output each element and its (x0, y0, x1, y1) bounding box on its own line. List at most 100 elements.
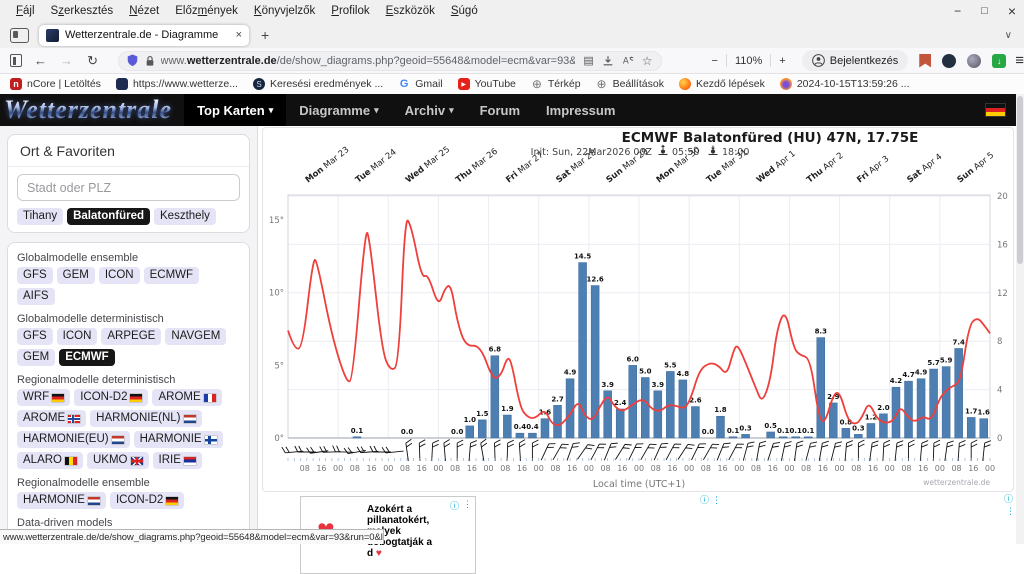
menu-eszk-z-k[interactable]: Eszközök (378, 5, 443, 17)
model-aifs[interactable]: AIFS (17, 288, 55, 305)
lock-icon[interactable] (145, 55, 155, 67)
model-gem[interactable]: GEM (57, 267, 95, 284)
favorite-balatonf-red[interactable]: Balatonfüred (67, 208, 150, 225)
nav-top-karten[interactable]: Top Karten▾ (184, 94, 286, 126)
firefox-view-icon[interactable] (10, 28, 29, 43)
reload-button[interactable]: ↻ (80, 53, 106, 69)
bookmark-keres-si-eredm-nyek[interactable]: SKeresési eredmények ... (253, 78, 383, 90)
model-arome[interactable]: AROME (17, 410, 86, 427)
sunrise-icon (659, 146, 668, 155)
wind-barb (405, 439, 414, 461)
zoom-level[interactable]: 110% (735, 55, 762, 67)
menu-szerkeszt-s[interactable]: Szerkesztés (43, 5, 122, 17)
zoom-out-button[interactable]: − (712, 55, 718, 67)
site-logo[interactable]: Wetterzentrale (0, 94, 184, 126)
menu-k-nyvjelz-k[interactable]: Könyvjelzők (246, 5, 323, 17)
precip-bar-label: 7.4 (952, 338, 965, 346)
ad-info-icon[interactable]: ⓘ (1004, 494, 1013, 505)
bookmark-t-rk-p[interactable]: ⊕Térkép (531, 78, 581, 90)
menu-el-zm-nyek[interactable]: Előzmények (167, 5, 246, 17)
extension-ribbon-icon[interactable] (919, 54, 931, 68)
wind-barb (432, 440, 439, 461)
bookmark-https-www-wetterze[interactable]: https://www.wetterze... (116, 78, 238, 90)
model-icon[interactable]: ICON (99, 267, 140, 284)
svg-text:10°: 10° (269, 289, 284, 299)
url-text: www.wetterzentrale.de/de/show_diagrams.p… (161, 55, 576, 67)
page-scrollbar[interactable] (1016, 94, 1024, 544)
model-ecmwf[interactable]: ECMWF (59, 349, 114, 366)
save-page-icon[interactable] (602, 55, 614, 67)
model-icon[interactable]: ICON (57, 328, 98, 345)
model-gfs[interactable]: GFS (17, 267, 53, 284)
extension-download-icon[interactable]: ↓ (992, 54, 1006, 68)
model-wrf[interactable]: WRF (17, 389, 70, 406)
nav-archiv[interactable]: Archiv▾ (392, 94, 467, 126)
bookmark-gmail[interactable]: GGmail (398, 78, 442, 90)
new-tab-button[interactable]: + (261, 27, 269, 43)
model-navgem[interactable]: NAVGEM (165, 328, 226, 345)
app-menu-icon[interactable]: ≡ (1015, 52, 1024, 69)
model-gem[interactable]: GEM (17, 349, 55, 366)
nav-impressum[interactable]: Impressum (533, 94, 628, 126)
signin-button[interactable]: Bejelentkezés (802, 50, 909, 71)
model-ukmo[interactable]: UKMO (87, 452, 149, 469)
list-tabs-chevron-icon[interactable]: ∨ (1005, 22, 1012, 48)
ad-info-icon[interactable]: ⓘ (700, 495, 709, 506)
bookmark-star-icon[interactable]: ☆ (642, 54, 653, 68)
model-icon-d2[interactable]: ICON-D2 (74, 389, 148, 406)
tab-close-icon[interactable]: × (236, 29, 242, 41)
forward-button[interactable]: → (54, 53, 80, 68)
scrollbar-thumb[interactable] (1017, 96, 1023, 264)
x-axis-label: Local time (UTC+1) (593, 479, 685, 490)
ad-kebab-icon[interactable]: ⋮ (712, 496, 721, 506)
menu-n-zet[interactable]: Nézet (121, 5, 167, 17)
ad-kebab-icon[interactable]: ⋮ (1006, 507, 1015, 517)
model-irie[interactable]: IRIE (153, 452, 202, 469)
precip-bar-label: 4.2 (890, 377, 903, 385)
model-alaro[interactable]: ALARO (17, 452, 83, 469)
tab-wetterzentrale[interactable]: Wetterzentrale.de - Diagramme × (39, 25, 249, 46)
nav-forum[interactable]: Forum (467, 94, 533, 126)
precip-bar-label: 0.1 (727, 427, 740, 435)
youtube-icon: ▶ (458, 78, 470, 90)
bookmark-ncore-let-lt-s[interactable]: nnCore | Letöltés (10, 78, 101, 90)
menu-s-g[interactable]: Súgó (443, 5, 486, 17)
url-bar[interactable]: www.wetterzentrale.de/de/show_diagrams.p… (118, 51, 662, 71)
menu-f-jl[interactable]: Fájl (8, 5, 43, 17)
nav-diagramme[interactable]: Diagramme▾ (286, 94, 391, 126)
location-search-input[interactable] (17, 174, 240, 201)
favorite-keszthely[interactable]: Keszthely (154, 208, 216, 225)
extension-dark-icon[interactable] (942, 54, 956, 68)
minimize-button[interactable]: − (954, 4, 961, 18)
precip-bar-label: 6.0 (627, 355, 640, 363)
model-ecmwf[interactable]: ECMWF (144, 267, 199, 284)
favorite-tihany[interactable]: Tihany (17, 208, 63, 225)
window-close-button[interactable]: × (1008, 3, 1016, 19)
german-flag-icon[interactable] (985, 103, 1006, 117)
menu-profilok[interactable]: Profilok (323, 5, 377, 17)
extension-sphere-icon[interactable] (967, 54, 981, 68)
bookmark-kezd-l-p-sek[interactable]: Kezdő lépések (679, 78, 765, 90)
bookmark-be-ll-t-sok[interactable]: ⊕Beállítások (596, 78, 664, 90)
model-harmonie[interactable]: HARMONIE (134, 431, 223, 448)
maximize-button[interactable]: □ (981, 5, 988, 17)
model-gfs[interactable]: GFS (17, 328, 53, 345)
model-harmonie[interactable]: HARMONIE (17, 492, 106, 509)
translate-icon[interactable]: A (622, 55, 634, 67)
model-harmonie-eu[interactable]: HARMONIE(EU) (17, 431, 130, 448)
model-arome[interactable]: AROME (152, 389, 221, 406)
model-icon-d2[interactable]: ICON-D2 (110, 492, 184, 509)
zoom-in-button[interactable]: + (779, 55, 785, 67)
sidebar-toggle-icon[interactable] (10, 54, 22, 67)
tracking-shield-icon[interactable] (127, 54, 138, 67)
bookmark-youtube[interactable]: ▶YouTube (458, 78, 516, 90)
precip-bar (541, 419, 549, 438)
bookmark-2024-10-15t13-59-26[interactable]: 2024-10-15T13:59:26 ... (780, 78, 910, 90)
model-harmonie-nl[interactable]: HARMONIE(NL) (90, 410, 201, 427)
back-button[interactable]: ← (28, 53, 54, 68)
browser-menu-bar: FájlSzerkesztésNézetElőzményekKönyvjelző… (0, 0, 1024, 22)
model-arpege[interactable]: ARPEGE (101, 328, 161, 345)
model-group-title: Globalmodelle deterministisch (17, 313, 240, 325)
precip-bar (792, 437, 800, 438)
reader-mode-icon[interactable]: ▤ (583, 54, 593, 67)
